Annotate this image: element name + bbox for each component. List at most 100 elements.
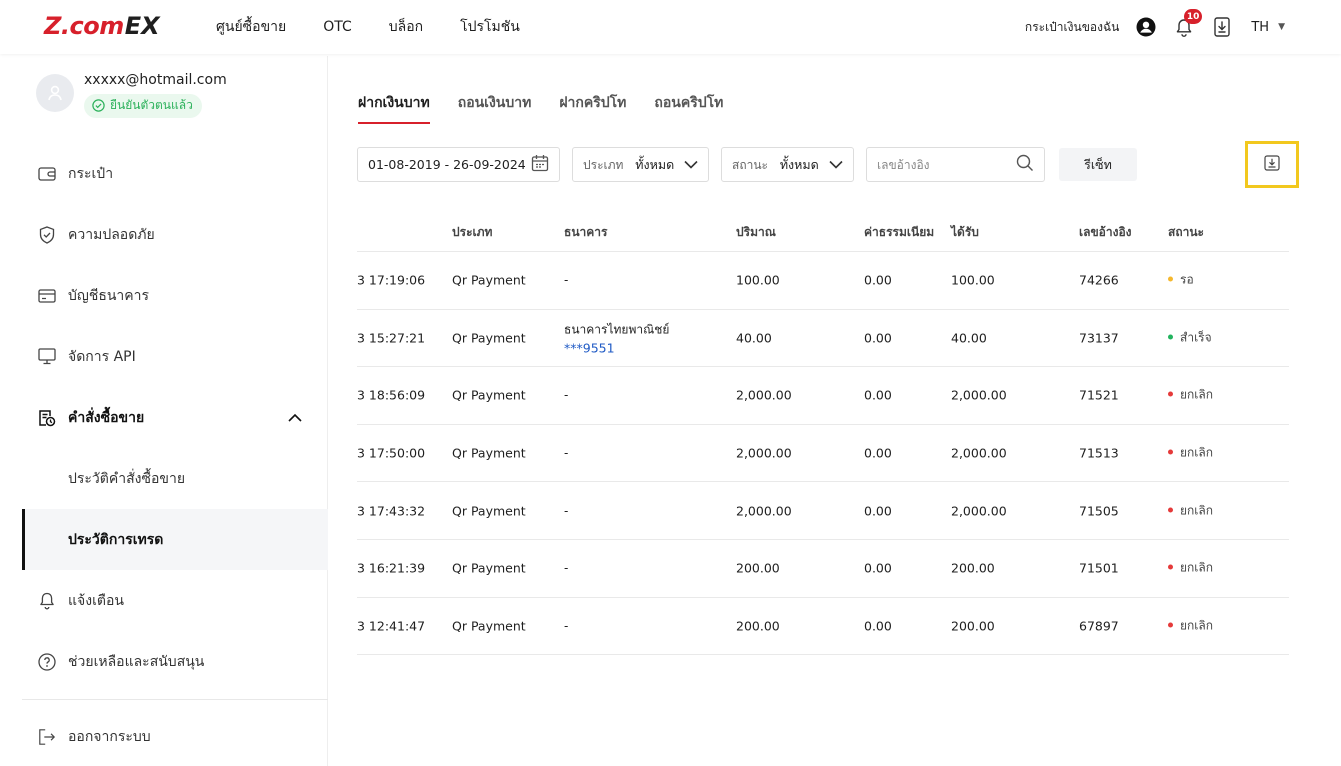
date-range-value: 01-08-2019 - 26-09-2024: [368, 157, 526, 172]
sidebar-divider: [22, 699, 328, 700]
cell-reference: 73137: [1079, 330, 1119, 346]
language-label: TH: [1251, 19, 1270, 35]
cell-time: 3 16:21:39: [357, 560, 426, 576]
sidebar-item-notifications[interactable]: แจ้งเตือน: [22, 570, 328, 631]
download-app-icon[interactable]: [1211, 16, 1233, 38]
nav-blog[interactable]: บล็อก: [389, 16, 423, 38]
bank-name: -: [564, 388, 569, 403]
cell-time: 3 15:27:21: [357, 330, 426, 346]
sidebar-item-security[interactable]: ความปลอดภัย: [22, 204, 328, 265]
brand-logo[interactable]: Z.com EX: [44, 12, 160, 40]
cell-received: 2,000.00: [951, 387, 1007, 403]
search-icon[interactable]: [1016, 154, 1034, 175]
tab-deposit-crypto[interactable]: ฝากคริปโท: [559, 92, 626, 124]
status-dot: [1168, 334, 1173, 340]
shield-icon: [38, 225, 56, 244]
bank-account-link[interactable]: ***9551: [564, 340, 669, 355]
sidebar-item-label: กระเป๋า: [68, 165, 114, 182]
sidebar-item-orders[interactable]: คำสั่งซื้อขาย: [22, 387, 328, 448]
status-text: สำเร็จ: [1180, 330, 1212, 345]
table-row: 3 17:43:32 Qr Payment - 2,000.00 0.00 2,…: [357, 482, 1289, 540]
cell-status: สำเร็จ: [1168, 328, 1212, 347]
cell-amount: 200.00: [736, 560, 780, 576]
order-icon: [38, 409, 56, 427]
reference-search[interactable]: [866, 147, 1045, 182]
header-status: สถานะ: [1168, 225, 1204, 239]
tab-withdraw-baht[interactable]: ถอนเงินบาท: [458, 92, 532, 124]
chevron-down-icon: [684, 158, 698, 172]
logout-icon: [38, 728, 56, 746]
sidebar-item-logout[interactable]: ออกจากระบบ: [22, 706, 151, 766]
cell-received: 200.00: [951, 560, 995, 576]
cell-type: Qr Payment: [452, 618, 526, 634]
cell-bank: -: [564, 619, 568, 633]
cell-fee: 0.00: [864, 560, 892, 576]
nav-promotion[interactable]: โปรโมชัน: [460, 16, 520, 38]
cell-status: ยกเลิก: [1168, 559, 1213, 578]
cell-fee: 0.00: [864, 272, 892, 288]
user-icon[interactable]: [1135, 16, 1157, 38]
type-select[interactable]: ประเภท ทั้งหมด: [572, 147, 709, 182]
status-value: ทั้งหมด: [779, 156, 819, 172]
header-bank: ธนาคาร: [564, 225, 608, 239]
cell-time: 3 17:50:00: [357, 445, 426, 461]
verified-label: ยืนยันตัวตนแล้ว: [110, 98, 193, 112]
chevron-down-icon: [829, 158, 843, 172]
cell-reference: 74266: [1079, 272, 1119, 288]
cell-amount: 200.00: [736, 618, 780, 634]
sidebar-item-bank-account[interactable]: บัญชีธนาคาร: [22, 265, 328, 326]
export-button[interactable]: [1245, 141, 1299, 188]
cell-status: รอ: [1168, 271, 1194, 290]
chevron-up-icon[interactable]: [288, 410, 302, 426]
status-dot: [1168, 622, 1173, 628]
cell-status: ยกเลิก: [1168, 386, 1213, 405]
table-row: 3 12:41:47 Qr Payment - 200.00 0.00 200.…: [357, 598, 1289, 656]
sidebar-item-api[interactable]: จัดการ API: [22, 326, 328, 387]
bell-icon[interactable]: 10: [1173, 9, 1203, 38]
cell-amount: 100.00: [736, 272, 780, 288]
cell-bank: -: [564, 273, 568, 287]
sidebar-item-trade-history[interactable]: ประวัติการเทรด: [22, 509, 328, 570]
cell-bank: -: [564, 504, 568, 518]
status-text: ยกเลิก: [1180, 445, 1214, 460]
cell-bank: -: [564, 388, 568, 402]
bank-name: -: [564, 273, 569, 288]
cell-received: 40.00: [951, 330, 987, 346]
sidebar-item-wallet[interactable]: กระเป๋า: [22, 143, 328, 204]
cell-reference: 71501: [1079, 560, 1119, 576]
sidebar-item-order-history[interactable]: ประวัติคำสั่งซื้อขาย: [22, 448, 328, 509]
cell-time: 3 18:56:09: [357, 387, 426, 403]
cell-amount: 2,000.00: [736, 503, 792, 519]
table-row: 3 18:56:09 Qr Payment - 2,000.00 0.00 2,…: [357, 367, 1289, 425]
main-nav: ศูนย์ซื้อขาย OTC บล็อก โปรโมชัน: [216, 0, 557, 54]
cell-reference: 71505: [1079, 503, 1119, 519]
status-text: ยกเลิก: [1180, 618, 1214, 633]
help-icon: [38, 652, 56, 671]
status-dot: [1168, 449, 1173, 455]
sidebar-menu: กระเป๋า ความปลอดภัย บัญชีธนาคาร จัดการ A…: [22, 143, 328, 692]
tab-deposit-baht[interactable]: ฝากเงินบาท: [358, 92, 430, 124]
calendar-icon: [531, 154, 549, 175]
cell-received: 100.00: [951, 272, 995, 288]
table-body: 3 17:19:06 Qr Payment - 100.00 0.00 100.…: [357, 252, 1289, 656]
cell-type: Qr Payment: [452, 272, 526, 288]
sidebar-item-help[interactable]: ช่วยเหลือและสนับสนุน: [22, 631, 328, 692]
bank-name: ธนาคารไทยพาณิชย์: [564, 322, 670, 337]
reference-input[interactable]: [877, 157, 1007, 172]
language-selector[interactable]: TH ▼: [1251, 20, 1285, 35]
tab-withdraw-crypto[interactable]: ถอนคริปโท: [654, 92, 723, 124]
date-range-picker[interactable]: 01-08-2019 - 26-09-2024: [357, 147, 560, 182]
nav-otc[interactable]: OTC: [323, 19, 352, 35]
header-received: ได้รับ: [951, 225, 979, 239]
cell-fee: 0.00: [864, 445, 892, 461]
header-type: ประเภท: [452, 225, 493, 239]
status-select[interactable]: สถานะ ทั้งหมด: [721, 147, 854, 182]
caret-down-icon: ▼: [1278, 22, 1285, 32]
nav-trading-center[interactable]: ศูนย์ซื้อขาย: [216, 16, 286, 38]
cell-bank: ธนาคารไทยพาณิชย์ ***9551: [564, 320, 669, 355]
reset-button[interactable]: รีเซ็ท: [1059, 148, 1137, 181]
table-header: ประเภท ธนาคาร ปริมาณ ค่าธรรมเนียม ได้รับ…: [357, 210, 1289, 252]
my-wallet-link[interactable]: กระเป๋าเงินของฉัน: [1025, 18, 1119, 37]
status-dot: [1168, 276, 1173, 282]
sidebar-item-label: บัญชีธนาคาร: [68, 287, 150, 304]
